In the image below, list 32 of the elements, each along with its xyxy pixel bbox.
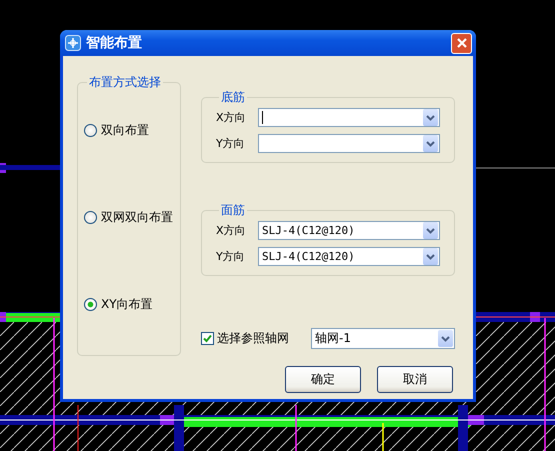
radio-button[interactable] (84, 298, 97, 311)
group-title: 底筋 (220, 89, 246, 106)
chevron-down-icon (426, 228, 435, 234)
radio-label: 双网双向布置 (101, 209, 173, 226)
dialog-button[interactable]: 取消 (377, 366, 453, 393)
checkbox[interactable] (201, 332, 214, 345)
chevron-down-icon (426, 254, 435, 260)
close-icon (456, 37, 468, 49)
dropdown-field[interactable]: SLJ-4(C12@120) (258, 247, 440, 266)
radio-label: XY向布置 (101, 296, 153, 313)
close-button[interactable] (451, 32, 472, 54)
radio-button[interactable] (84, 211, 97, 224)
group-title: 布置方式选择 (88, 74, 162, 91)
chevron-down-icon (426, 114, 435, 120)
field-label: Y方向 (216, 136, 246, 151)
checkmark-icon (203, 334, 212, 343)
radio-button[interactable] (84, 124, 97, 137)
radio-label: 双向布置 (101, 122, 149, 139)
app-icon (65, 35, 81, 51)
checkbox-label: 选择参照轴网 (217, 330, 290, 347)
window-title: 智能布置 (86, 34, 143, 52)
group-title: 面筋 (220, 202, 246, 219)
chevron-down-icon (426, 140, 435, 146)
dropdown-field[interactable] (258, 108, 440, 127)
field-label: X方向 (216, 223, 247, 238)
field-label: Y方向 (216, 249, 246, 264)
field-label: X方向 (216, 110, 247, 125)
dropdown-field[interactable]: SLJ-4(C12@120) (258, 221, 440, 240)
dialog-button[interactable]: 确定 (285, 366, 361, 393)
dropdown-field[interactable] (258, 134, 440, 153)
chevron-down-icon (441, 336, 450, 342)
dropdown-field[interactable]: 轴网-1 (311, 328, 455, 349)
